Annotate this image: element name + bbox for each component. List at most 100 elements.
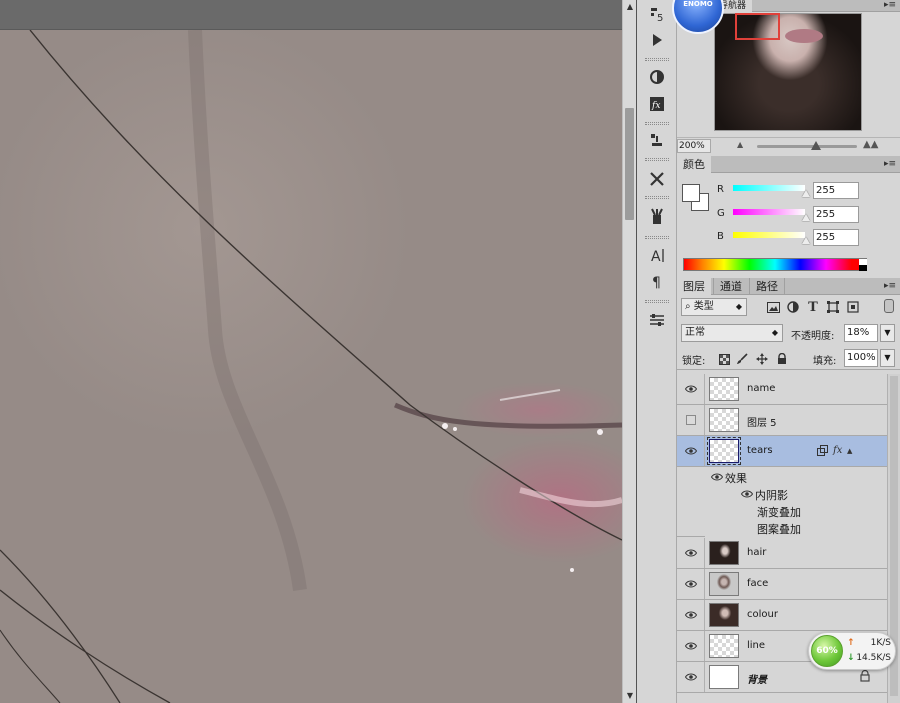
canvas-image[interactable] xyxy=(0,30,622,703)
scroll-down-arrow[interactable]: ▼ xyxy=(623,689,637,703)
fx-icon[interactable]: fx xyxy=(833,445,842,456)
lock-position-move-icon[interactable] xyxy=(755,352,769,366)
layer-thumbnail[interactable] xyxy=(709,634,739,658)
layers-menu-icon[interactable]: ▸≡ xyxy=(884,281,896,291)
canvas-vertical-scrollbar[interactable]: ▲ ▼ xyxy=(622,0,636,703)
zoom-slider-track[interactable] xyxy=(757,145,857,148)
red-value-field[interactable]: 255 xyxy=(813,182,859,199)
zoom-level-field[interactable]: 200% xyxy=(677,139,711,153)
pixel-filter-icon[interactable] xyxy=(765,299,781,315)
shape-filter-icon[interactable] xyxy=(825,299,841,315)
navigator-menu-icon[interactable]: ▸≡ xyxy=(884,0,896,10)
actions-play-icon[interactable] xyxy=(645,29,669,51)
layer-name[interactable]: hair xyxy=(747,547,766,558)
smart-object-filter-icon[interactable] xyxy=(845,299,861,315)
blue-value-field[interactable]: 255 xyxy=(813,229,859,246)
layer-row[interactable]: colour xyxy=(677,600,887,631)
document-canvas[interactable] xyxy=(0,0,622,703)
layer-name[interactable]: line xyxy=(747,640,765,651)
layer-thumbnail[interactable] xyxy=(709,603,739,627)
layer-thumbnail[interactable] xyxy=(709,572,739,596)
red-channel-slider[interactable] xyxy=(733,185,805,191)
panel-grip[interactable] xyxy=(645,236,669,239)
collapse-effects-arrow-icon[interactable]: ▲ xyxy=(847,447,852,455)
layer-name[interactable]: 背景 xyxy=(747,671,767,686)
layer-thumbnail[interactable] xyxy=(709,665,739,689)
green-channel-slider[interactable] xyxy=(733,209,805,215)
lock-transparent-icon[interactable] xyxy=(717,352,731,366)
layer-row[interactable]: 图层 5 xyxy=(677,405,887,436)
eye-icon[interactable] xyxy=(740,488,754,501)
zoom-slider-thumb[interactable] xyxy=(811,141,821,150)
color-menu-icon[interactable]: ▸≡ xyxy=(884,159,896,169)
eye-icon[interactable] xyxy=(677,569,705,599)
effect-gradient-overlay[interactable]: 渐变叠加 xyxy=(705,503,887,520)
effects-label[interactable]: 效果 xyxy=(705,469,887,486)
clone-source-icon[interactable] xyxy=(645,129,669,151)
eye-icon[interactable] xyxy=(677,374,705,404)
filter-toggle-switch[interactable] xyxy=(884,299,894,313)
fill-field[interactable]: 100% xyxy=(844,349,878,367)
lock-paint-brush-icon[interactable] xyxy=(735,352,749,366)
tab-paths[interactable]: 路径 xyxy=(749,278,785,295)
tab-channels[interactable]: 通道 xyxy=(713,278,748,295)
lock-all-icon[interactable] xyxy=(775,352,789,366)
eye-icon[interactable] xyxy=(677,600,705,630)
green-slider-thumb[interactable] xyxy=(802,214,810,221)
color-spectrum-ramp[interactable] xyxy=(683,258,867,271)
layer-row[interactable]: hair xyxy=(677,538,887,569)
eye-icon[interactable] xyxy=(710,471,724,484)
properties-icon[interactable] xyxy=(645,309,669,331)
eye-icon[interactable] xyxy=(677,436,705,466)
paragraph-icon[interactable]: ¶ xyxy=(645,270,669,292)
layer-thumbnail[interactable] xyxy=(707,437,741,465)
brush-presets-icon[interactable] xyxy=(645,205,669,227)
layer-row[interactable]: name xyxy=(677,374,887,405)
layer-row[interactable]: face xyxy=(677,569,887,600)
layer-name[interactable]: 图层 5 xyxy=(747,414,777,429)
adjustment-filter-icon[interactable] xyxy=(785,299,801,315)
navigator-view-box[interactable] xyxy=(735,13,780,40)
tab-layers[interactable]: 图层 xyxy=(677,278,711,295)
network-usage-ball[interactable]: 60% xyxy=(811,635,843,667)
opacity-dropdown-icon[interactable]: ▼ xyxy=(880,324,895,342)
tab-color[interactable]: 颜色 xyxy=(677,156,711,173)
panel-grip[interactable] xyxy=(645,158,669,161)
panel-grip[interactable] xyxy=(645,122,669,125)
fill-dropdown-icon[interactable]: ▼ xyxy=(880,349,895,367)
panel-grip[interactable] xyxy=(645,300,669,303)
visibility-toggle-empty[interactable] xyxy=(677,405,705,435)
layer-name[interactable]: colour xyxy=(747,609,778,620)
blend-mode-select[interactable]: 正常 ◆ xyxy=(681,324,783,342)
network-speed-widget[interactable]: 60% ↑ 1K/S ↓ 14.5K/S xyxy=(808,632,896,670)
panel-grip[interactable] xyxy=(645,196,669,199)
layer-thumbnail[interactable] xyxy=(709,408,739,432)
zoom-in-icon[interactable]: ▲▲ xyxy=(863,139,878,150)
layer-kind-filter[interactable]: ⌕ 类型 ◆ xyxy=(681,298,747,316)
zoom-out-icon[interactable]: ▲ xyxy=(737,140,743,149)
eye-icon[interactable] xyxy=(677,538,705,568)
blue-slider-thumb[interactable] xyxy=(802,237,810,244)
linked-smart-icon[interactable] xyxy=(817,445,829,459)
adjustments-icon[interactable] xyxy=(645,66,669,88)
layer-thumbnail[interactable] xyxy=(709,377,739,401)
character-icon[interactable]: A xyxy=(645,244,669,266)
layer-name[interactable]: name xyxy=(747,383,775,394)
effect-inner-shadow[interactable]: 内阴影 xyxy=(705,486,887,503)
blue-channel-slider[interactable] xyxy=(733,232,805,238)
tool-presets-icon[interactable] xyxy=(645,168,669,190)
scroll-up-arrow[interactable]: ▲ xyxy=(623,0,637,14)
type-filter-icon[interactable]: T xyxy=(805,299,821,315)
effect-pattern-overlay[interactable]: 图案叠加 xyxy=(705,520,887,537)
layer-row[interactable]: tears fx ▲ xyxy=(677,436,887,467)
opacity-field[interactable]: 18% xyxy=(844,324,878,342)
layer-thumbnail[interactable] xyxy=(709,541,739,565)
panel-grip[interactable] xyxy=(645,58,669,61)
green-value-field[interactable]: 255 xyxy=(813,206,859,223)
red-slider-thumb[interactable] xyxy=(802,190,810,197)
eye-icon[interactable] xyxy=(677,631,705,661)
layer-name[interactable]: tears xyxy=(747,445,773,456)
styles-fx-icon[interactable]: fx xyxy=(645,93,669,115)
scroll-thumb[interactable] xyxy=(625,108,634,220)
black-white-swatch[interactable] xyxy=(859,259,867,271)
